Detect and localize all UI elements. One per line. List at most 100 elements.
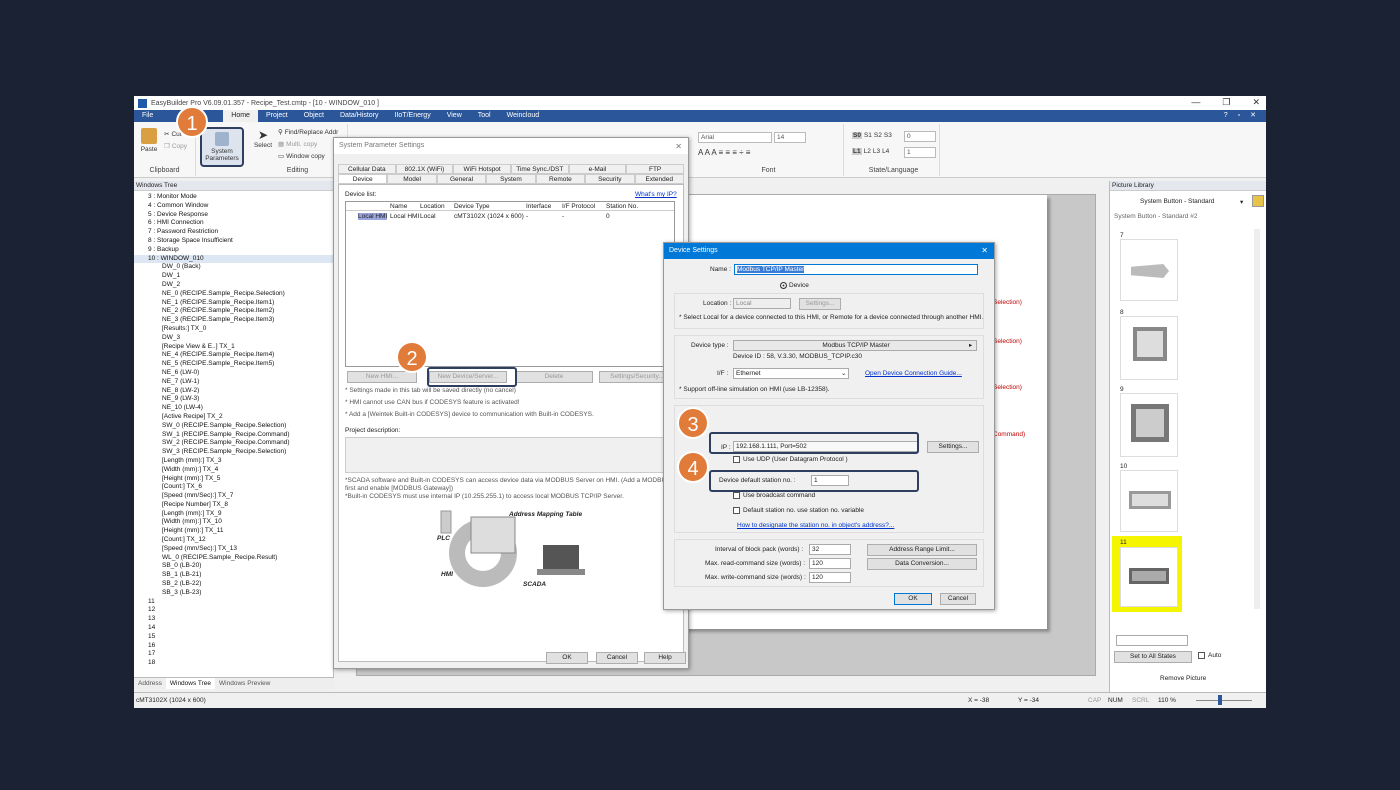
library-browse-icon[interactable] [1252,195,1264,207]
tree-item[interactable]: [Count:] TX_6 [134,483,334,492]
sys-help-button[interactable]: Help [644,652,686,664]
tree-item[interactable]: [Recipe View & E..] TX_1 [134,343,334,352]
font-format-tools[interactable]: A A A ≡ ≡ ≡ ÷ ≡ [698,148,750,157]
tree-item[interactable]: 6 : HMI Connection [134,219,334,228]
picture-thumb-7[interactable] [1120,239,1178,301]
address-range-button[interactable]: Address Range Limit... [867,544,977,556]
tab-windows-preview[interactable]: Windows Preview [215,678,274,689]
tree-item[interactable]: [Active Recipe] TX_2 [134,413,334,422]
system-parameters-button[interactable]: System Parameters [200,127,244,167]
library-dropdown[interactable]: System Button - Standard [1140,198,1214,205]
ip-settings-button[interactable]: Settings... [927,441,979,453]
multi-copy-button[interactable]: ▦ Multi. copy [278,140,317,149]
zoom-slider-thumb[interactable] [1218,695,1222,705]
tree-item[interactable]: [Count:] TX_12 [134,536,334,545]
font-name-select[interactable]: Arial [698,132,772,143]
device-type-arrow-icon[interactable]: ▸ [969,341,972,349]
tree-item[interactable]: [Speed (mm/Sec):] TX_13 [134,545,334,554]
tab-tabs_row1-4[interactable]: e-Mail [568,164,627,174]
tree-item[interactable]: NE_5 (RECIPE.Sample_Recipe.Item5) [134,360,334,369]
broadcast-checkbox-box[interactable] [733,492,740,499]
close-doc-icon[interactable]: ✕ [1248,110,1258,122]
tree-item[interactable]: [Width (mm):] TX_10 [134,518,334,527]
use-udp-checkbox-box[interactable] [733,456,740,463]
block-select[interactable]: 32 [809,544,851,555]
tree-item[interactable]: NE_4 (RECIPE.Sample_Recipe.Item4) [134,351,334,360]
tree-item[interactable]: 15 [134,633,334,642]
dropdown-chevron-icon[interactable]: ▾ [1240,198,1243,206]
tree-item[interactable]: 14 [134,624,334,633]
default-station-checkbox[interactable]: Default station no. use station no. vari… [733,507,864,514]
tree-item[interactable]: NE_3 (RECIPE.Sample_Recipe.Item3) [134,316,334,325]
tree-item[interactable]: [Height (mm):] TX_5 [134,475,334,484]
tree-item[interactable]: 8 : Storage Space Insufficient [134,237,334,246]
menu-data-history[interactable]: Data/History [332,110,387,122]
tree-item[interactable]: NE_7 (LW-1) [134,378,334,387]
picture-thumb-9[interactable] [1120,393,1178,457]
menu-project[interactable]: Project [258,110,296,122]
broadcast-checkbox[interactable]: Use broadcast command [733,492,815,499]
tree-item[interactable]: NE_10 (LW-4) [134,404,334,413]
minimize-button[interactable]: — [1191,97,1200,108]
tree-item[interactable]: 17 [134,650,334,659]
auto-checkbox-box[interactable] [1198,652,1205,659]
language-value[interactable]: 1 [904,147,936,158]
menu-file[interactable]: File [134,110,161,122]
tree-item[interactable]: SW_2 (RECIPE.Sample_Recipe.Command) [134,439,334,448]
tab-windows-tree[interactable]: Windows Tree [165,678,216,689]
tree-item[interactable]: SW_3 (RECIPE.Sample_Recipe.Selection) [134,448,334,457]
tree-item[interactable]: 18 [134,659,334,668]
dev-ok-button[interactable]: OK [894,593,932,605]
restore-icon[interactable]: ▫ [1236,110,1242,122]
picture-thumb-10[interactable] [1120,470,1178,532]
tab-tabs_row2-4[interactable]: Remote [535,174,586,184]
tab-address[interactable]: Address [134,678,166,689]
state-value[interactable]: 0 [904,131,936,142]
data-conversion-button[interactable]: Data Conversion... [867,558,977,570]
designate-station-link[interactable]: How to designate the station no. in obje… [737,522,894,529]
device-radio[interactable]: Device [780,282,809,289]
tree-item[interactable]: 16 [134,642,334,651]
tree-item[interactable]: 9 : Backup [134,246,334,255]
tree-item[interactable]: [Results:] TX_0 [134,325,334,334]
tree-item[interactable]: [Height (mm):] TX_11 [134,527,334,536]
dev-dialog-close-icon[interactable]: ✕ [981,246,988,255]
device-guide-link[interactable]: Open Device Connection Guide... [865,370,962,377]
tree-item[interactable]: NE_2 (RECIPE.Sample_Recipe.Item2) [134,307,334,316]
state-selector[interactable]: S0 S1 S2 S3 [852,132,892,139]
tree-item[interactable]: [Length (mm):] TX_3 [134,457,334,466]
tree-item[interactable]: NE_0 (RECIPE.Sample_Recipe.Selection) [134,290,334,299]
interface-chevron-icon[interactable]: ⌄ [841,369,846,377]
dev-cancel-button[interactable]: Cancel [940,593,976,605]
device-list-table[interactable]: Name Location Device Type Interface I/F … [345,201,675,367]
menu-weincloud[interactable]: Weincloud [499,110,548,122]
picture-thumb-8[interactable] [1120,316,1178,380]
tree-item[interactable]: DW_1 [134,272,334,281]
tree-item[interactable]: SB_3 (LB-23) [134,589,334,598]
set-to-all-states-button[interactable]: Set to All States [1114,651,1192,663]
tree-item[interactable]: DW_2 [134,281,334,290]
menu-tool[interactable]: Tool [470,110,499,122]
tree-item[interactable]: 13 [134,615,334,624]
tree-item[interactable]: WL_0 (RECIPE.Sample_Recipe.Result) [134,554,334,563]
sys-ok-button[interactable]: OK [546,652,588,664]
tree-item[interactable]: 11 [134,598,334,607]
tree-item[interactable]: 3 : Monitor Mode [134,193,334,202]
tree-item[interactable]: 4 : Common Window [134,202,334,211]
tab-tabs_row2-3[interactable]: System [486,174,536,184]
tree-item[interactable]: NE_6 (LW-0) [134,369,334,378]
tab-tabs_row1-0[interactable]: Cellular Data Network [338,164,396,181]
maximize-button[interactable]: ❐ [1222,97,1230,108]
tree-item[interactable]: [Length (mm):] TX_9 [134,510,334,519]
table-row[interactable]: Local HMI Local HMI Local cMT3102X (1024… [346,212,674,221]
sys-cancel-button[interactable]: Cancel [596,652,638,664]
windows-tree[interactable]: 3 : Monitor Mode 4 : Common Window 5 : Dev… [134,193,334,675]
language-selector[interactable]: L1 L2 L3 L4 [852,148,889,155]
project-description-field[interactable] [345,437,679,473]
tree-item[interactable]: [Speed (mm/Sec):] TX_7 [134,492,334,501]
tab-tabs_row2-1[interactable]: Model [387,174,437,184]
tab-tabs_row1-1[interactable]: 802.1X (WiFi) [395,164,454,174]
new-hmi-button[interactable]: New HMI... [347,371,417,383]
tab-tabs_row1-5[interactable]: FTP [626,164,684,174]
picture-thumb-11[interactable] [1120,547,1178,607]
